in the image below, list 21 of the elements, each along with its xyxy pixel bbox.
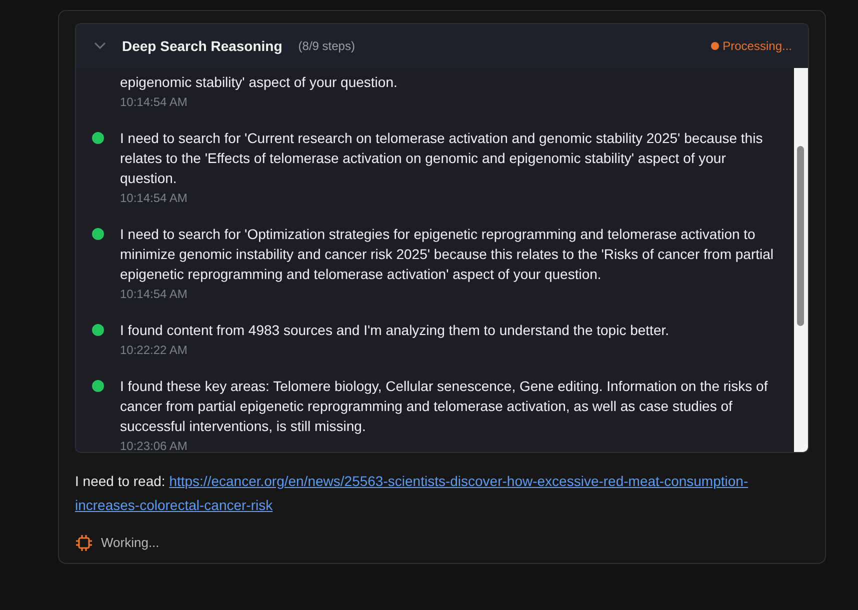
step-text: I found content from 4983 sources and I'm analyzing them to understand the topic better.	[120, 321, 670, 340]
step-text: I found these key areas: Telomere biology, Cellular senescence, Gene editing. Information on the risks of cancer from partial epigenetic reprogramming and telomerase activation, as well as case studies of successful interventions, is still missing.	[120, 377, 769, 436]
step-time: 10:14:54 AM	[120, 94, 188, 111]
step-time: 10:22:22 AM	[120, 342, 188, 359]
chevron-icon[interactable]	[94, 42, 106, 50]
step-text: I need to search for 'Current research on telomerase activation and genomic stability 2025' because this relates to the 'Effects of telomerase activation on genomic and epigenomic stability' aspect of your question.	[120, 129, 764, 188]
chip-icon	[75, 534, 93, 552]
message-text: I need to read: https://ecancer.org/en/news/25563-scientists-discover-how-excessive-red-meat-consumption- increases-colorectal-cancer-risk	[75, 472, 750, 515]
url-link[interactable]: increases-colorectal-cancer-risk	[75, 497, 273, 513]
step-text: epigenomic stability' aspect of your question.	[120, 73, 398, 92]
step-text: I need to search for 'Optimization strategies for epigenetic reprogramming and telomerase activation to minimize genomic instability and cancer risk 2025' because this relates to the 'Risks of cancer from partial epigenetic reprogramming and telomerase activation' aspect of your question.	[120, 225, 775, 284]
status-dot-icon	[710, 42, 719, 50]
panel-title: Deep Search Reasoning	[122, 36, 282, 56]
step-time: 10:14:54 AM	[120, 286, 188, 303]
working-status: Working...	[101, 534, 160, 552]
status-text: Processing...	[722, 38, 792, 55]
step-time: 10:14:54 AM	[120, 190, 188, 207]
url-link[interactable]: https://ecancer.org/en/news/25563-scientists-discover-how-excessive-red-meat-consumption-	[169, 473, 748, 489]
step-count: (8/9 steps)	[298, 38, 355, 55]
scrollbar-thumb[interactable]	[797, 146, 804, 326]
step-time: 10:23:06 AM	[120, 438, 188, 452]
